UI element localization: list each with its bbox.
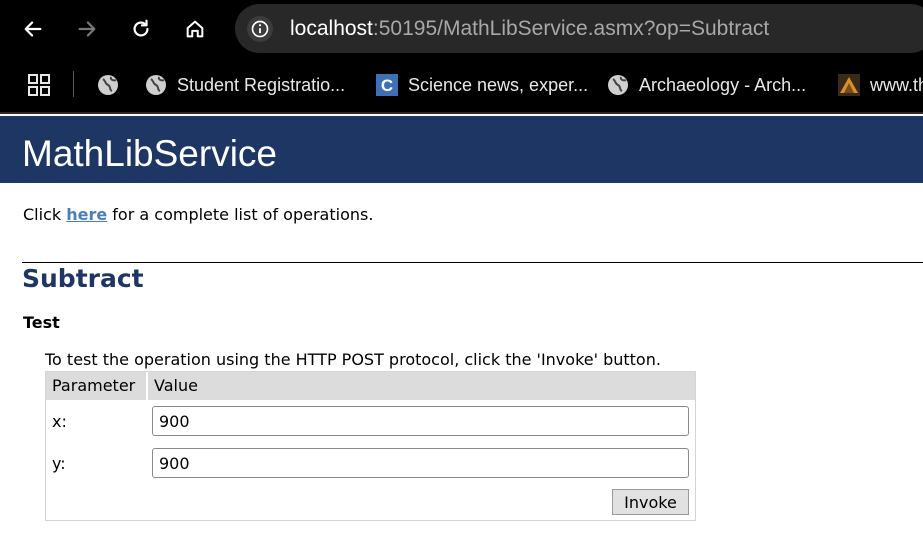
globe-icon xyxy=(608,75,628,95)
globe-icon xyxy=(146,75,166,95)
site-info-icon[interactable] xyxy=(247,16,273,42)
home-button[interactable] xyxy=(179,13,211,45)
param-label-y: y: xyxy=(52,454,66,473)
test-heading: Test xyxy=(23,313,60,332)
operations-list-link[interactable]: here xyxy=(66,205,107,224)
url-host: localhost xyxy=(290,17,373,40)
triangle-logo-icon xyxy=(838,74,860,96)
x-input[interactable] xyxy=(152,406,689,436)
bookmark-student-registration[interactable]: Student Registratio... xyxy=(145,72,345,98)
parameter-table: Parameter Value x: y: Invoke xyxy=(45,371,696,521)
bookmark-www[interactable]: www.th xyxy=(838,72,923,98)
reload-button[interactable] xyxy=(125,13,157,45)
address-bar[interactable]: localhost:50195/MathLibService.asmx?op=S… xyxy=(235,4,923,53)
apps-grid-icon[interactable] xyxy=(28,74,50,96)
reload-icon xyxy=(133,19,149,37)
back-button[interactable] xyxy=(17,13,49,45)
test-instructions: To test the operation using the HTTP POS… xyxy=(45,350,661,369)
bookmark-archaeology[interactable]: Archaeology - Arch... xyxy=(607,72,806,98)
arrow-left-icon xyxy=(24,21,42,37)
bookmark-label: Archaeology - Arch... xyxy=(639,74,807,95)
url-text[interactable]: localhost:50195/MathLibService.asmx?op=S… xyxy=(290,17,769,41)
bookmark-label: www.th xyxy=(870,74,923,95)
forward-button[interactable] xyxy=(71,13,103,45)
column-header-parameter: Parameter xyxy=(46,372,146,400)
svg-text:C: C xyxy=(381,76,393,95)
intro-suffix: for a complete list of operations. xyxy=(107,205,374,224)
section-divider xyxy=(22,262,923,263)
c-logo-icon: C xyxy=(376,74,398,96)
y-input[interactable] xyxy=(152,448,689,478)
page-title: MathLibService xyxy=(22,133,278,174)
browser-toolbar: localhost:50195/MathLibService.asmx?op=S… xyxy=(0,0,923,57)
bookmark-science-news[interactable]: C Science news, exper... xyxy=(376,72,588,98)
bookmark-label: Student Registratio... xyxy=(177,74,346,95)
intro-text: Click here for a complete list of operat… xyxy=(23,205,373,224)
param-label-x: x: xyxy=(52,412,67,431)
home-icon xyxy=(186,20,204,38)
invoke-button[interactable]: Invoke xyxy=(612,489,689,515)
bookmark-label: Science news, exper... xyxy=(408,74,589,95)
bookmarks-divider xyxy=(73,71,74,97)
bookmarks-bar: Student Registratio... C Science news, e… xyxy=(0,57,923,114)
operation-title: Subtract xyxy=(22,264,144,293)
url-path: :50195/MathLibService.asmx?op=Subtract xyxy=(372,17,770,40)
globe-icon[interactable] xyxy=(97,74,119,96)
service-banner: MathLibService xyxy=(0,116,923,183)
column-header-value: Value xyxy=(148,372,695,400)
intro-prefix: Click xyxy=(23,205,67,224)
arrow-right-icon xyxy=(78,21,96,37)
